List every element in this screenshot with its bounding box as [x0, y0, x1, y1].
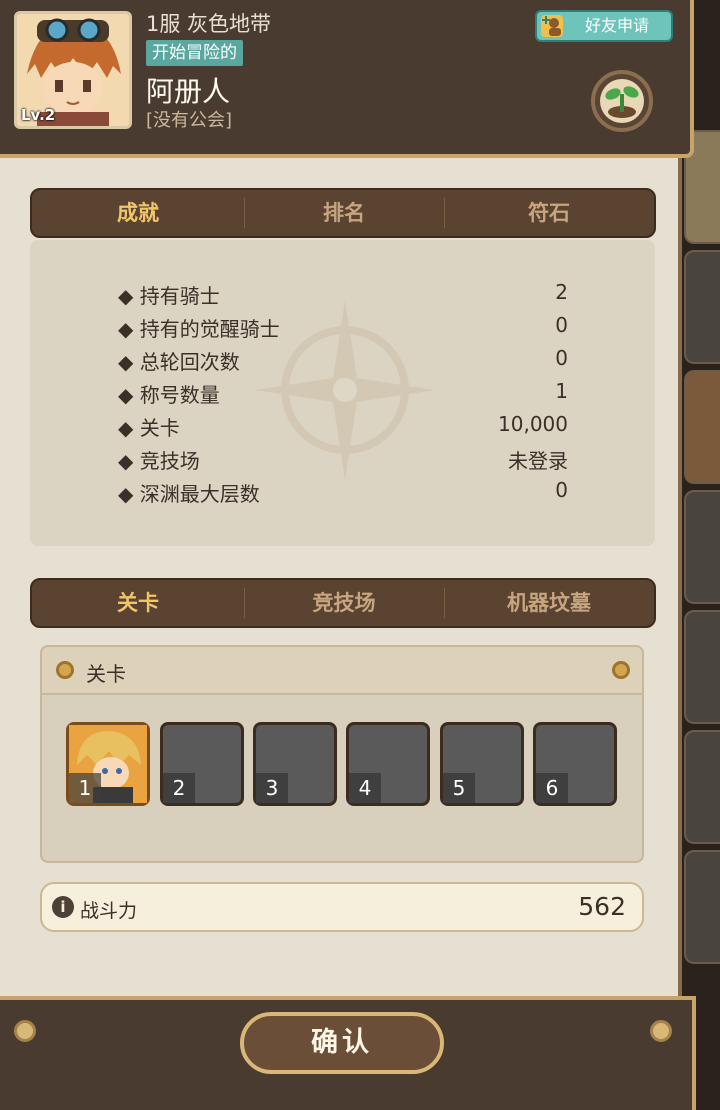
tab-machine-tomb[interactable]: 机器坟墓: [444, 580, 654, 626]
team-slot-6[interactable]: 6: [533, 722, 617, 806]
stat-row: ◆ 持有的觉醒骑士 0: [118, 313, 568, 346]
add-friend-icon: [541, 15, 563, 37]
tab-stage[interactable]: 关卡: [32, 580, 244, 626]
tab-ranking[interactable]: 排名: [244, 190, 444, 236]
stat-label: ◆ 持有的觉醒骑士: [118, 317, 280, 341]
slot-number: 2: [163, 773, 195, 803]
stat-row: ◆ 总轮回次数 0: [118, 346, 568, 379]
stat-row: ◆ 深渊最大层数 0: [118, 478, 568, 511]
slot-number: 3: [256, 773, 288, 803]
stat-label: ◆ 竞技场: [118, 449, 200, 473]
mode-tab-bar: 关卡 竞技场 机器坟墓: [30, 578, 656, 628]
stat-label: ◆ 总轮回次数: [118, 350, 240, 374]
stat-label: ◆ 称号数量: [118, 383, 220, 407]
background-card: [684, 370, 720, 484]
stat-label: ◆ 持有骑士: [118, 284, 220, 308]
team-slot-3[interactable]: 3: [253, 722, 337, 806]
player-header: Lv.2 1服 灰色地带 开始冒险的 阿册人 [没有公会] 好友申请: [0, 0, 694, 158]
guild-label: [没有公会]: [146, 110, 233, 131]
sprout-button[interactable]: [591, 70, 653, 132]
friend-request-label: 好友申请: [584, 16, 649, 35]
achievement-tab-bar: 成就 排名 符石: [30, 188, 656, 238]
stat-label: ◆ 深渊最大层数: [118, 482, 260, 506]
slot-number: 4: [349, 773, 381, 803]
slot-number: 1: [69, 773, 101, 803]
gear-icon: [56, 661, 74, 679]
stat-row: ◆ 关卡 10,000: [118, 412, 568, 445]
status-badge: 开始冒险的: [146, 40, 243, 66]
background-card: [684, 250, 720, 364]
background-card: [684, 490, 720, 604]
tab-achievement[interactable]: 成就: [32, 190, 244, 236]
team-slot-4[interactable]: 4: [346, 722, 430, 806]
background-card: [684, 850, 720, 964]
team-slot-5[interactable]: 5: [440, 722, 524, 806]
stat-value: 0: [555, 313, 568, 337]
player-avatar[interactable]: Lv.2: [14, 11, 132, 129]
stat-value: 2: [555, 280, 568, 304]
stat-value: 10,000: [498, 412, 568, 436]
team-slot-1[interactable]: 1: [66, 722, 150, 806]
player-name: 阿册人: [146, 75, 231, 108]
team-slot-2[interactable]: 2: [160, 722, 244, 806]
server-name: 1服 灰色地带: [146, 12, 272, 36]
level-label: Lv.2: [21, 106, 56, 124]
stat-value: 0: [555, 346, 568, 370]
combat-power-bar: i 战斗力 562: [40, 882, 644, 932]
stat-value: 未登录: [508, 449, 568, 473]
friend-request-button[interactable]: 好友申请: [535, 10, 673, 42]
info-icon[interactable]: i: [52, 896, 74, 918]
tab-arena[interactable]: 竞技场: [244, 580, 444, 626]
stat-row: ◆ 持有骑士 2: [118, 280, 568, 313]
gear-icon: [14, 1020, 36, 1042]
stat-label: ◆ 关卡: [118, 416, 180, 440]
sprout-icon: [600, 79, 644, 123]
background-card: [684, 730, 720, 844]
gear-icon: [612, 661, 630, 679]
slot-number: 5: [443, 773, 475, 803]
stage-header: 关卡: [42, 647, 642, 695]
tab-runestone[interactable]: 符石: [444, 190, 654, 236]
stat-row: ◆ 称号数量 1: [118, 379, 568, 412]
slot-number: 6: [536, 773, 568, 803]
combat-power-value: 562: [578, 892, 626, 921]
stat-value: 1: [555, 379, 568, 403]
stat-value: 0: [555, 478, 568, 502]
combat-power-label: 战斗力: [80, 900, 138, 922]
background-card: [684, 610, 720, 724]
confirm-button[interactable]: 确认: [240, 1012, 444, 1074]
stat-row: ◆ 竞技场 未登录: [118, 445, 568, 478]
stage-title: 关卡: [86, 662, 126, 686]
gear-icon: [650, 1020, 672, 1042]
